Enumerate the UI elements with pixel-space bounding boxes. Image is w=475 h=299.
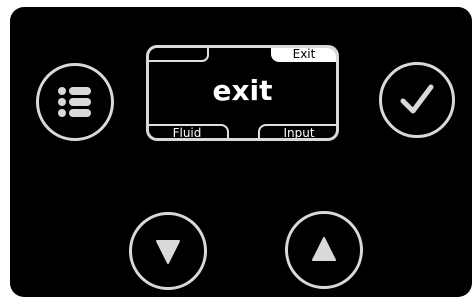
checkmark-icon (400, 84, 434, 114)
menu-button[interactable] (36, 63, 114, 141)
display-tab-fluid: Fluid (149, 124, 229, 138)
lcd-display: Exit exit Fluid Input (146, 45, 339, 141)
confirm-button[interactable] (379, 62, 455, 138)
triangle-down-icon (156, 240, 180, 264)
display-main-text: exit (212, 74, 273, 107)
display-tab-input: Input (258, 124, 336, 138)
down-button[interactable] (129, 212, 207, 290)
up-button[interactable] (285, 211, 363, 289)
display-tab-top-left (149, 48, 209, 62)
display-tab-exit: Exit (271, 48, 336, 62)
list-icon (58, 87, 91, 117)
control-panel: Exit exit Fluid Input (10, 7, 472, 297)
triangle-up-icon (312, 237, 336, 261)
